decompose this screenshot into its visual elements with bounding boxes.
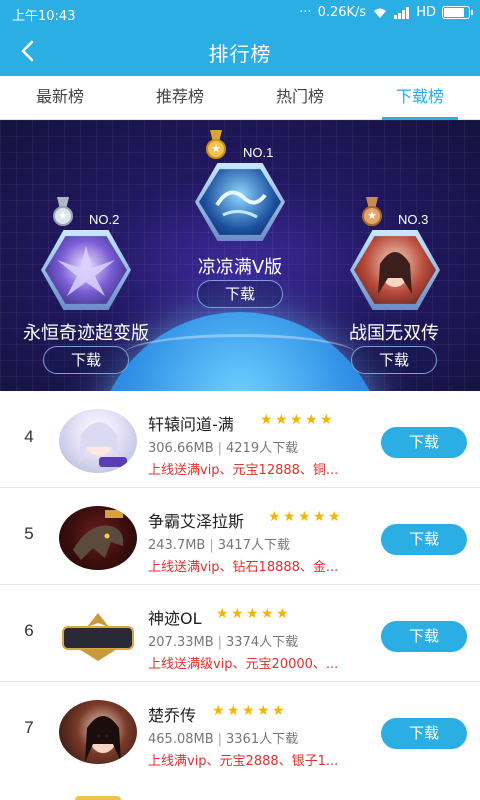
nav-bar: 排行榜 xyxy=(0,26,480,76)
download-count: 3417人下载 xyxy=(217,538,290,553)
game-avatar xyxy=(59,409,137,473)
game-name[interactable]: 楚乔传 xyxy=(148,702,196,726)
rank-number: 5 xyxy=(24,524,34,543)
star-icon: ★ xyxy=(298,509,311,525)
promo-text: 上线送满vip、元宝12888、铜... xyxy=(148,463,339,478)
top-three-banner: NO.1 凉凉满V版 下载 NO.2 永恒奇迹超变版 下载 NO.3 战国无双传… xyxy=(0,120,480,391)
top-game-name-1[interactable]: 凉凉满V版 xyxy=(170,253,310,279)
star-icon: ★ xyxy=(305,412,318,428)
rank-number: 6 xyxy=(24,621,34,640)
status-time: 上午10:43 xyxy=(12,9,76,24)
star-icon: ★ xyxy=(320,412,333,428)
ranking-list: 4 轩辕问道-满 ★ ★ ★ ★ ★ 306.66MB | 4219人下载 上线送满vip、… xyxy=(0,391,480,779)
star-icon: ★ xyxy=(328,509,341,525)
game-name[interactable]: 神迹OL xyxy=(148,605,202,629)
next-list-item-peek xyxy=(0,778,480,800)
game-avatar xyxy=(59,506,137,570)
page-title: 排行榜 xyxy=(208,42,272,66)
list-item[interactable]: 4 轩辕问道-满 ★ ★ ★ ★ ★ 306.66MB | 4219人下载 上线送满vip、… xyxy=(0,391,480,488)
avatar-art xyxy=(79,422,127,467)
list-item[interactable]: 5 争霸艾泽拉斯 ★ ★ ★ ★ ★ 243.7MB | 3417人下载 上线送满vip、钻… xyxy=(0,488,480,585)
star-icon: ★ xyxy=(216,606,229,622)
file-size: 306.66MB xyxy=(148,441,214,456)
game-meta: 465.08MB | 3361人下载 xyxy=(148,732,299,747)
game-avatar xyxy=(59,700,137,764)
star-icon: ★ xyxy=(257,703,270,719)
star-icon: ★ xyxy=(272,703,285,719)
promo-text: 上线满vip、元宝2888、银子1... xyxy=(148,754,339,769)
game-meta: 243.7MB | 3417人下载 xyxy=(148,538,290,553)
more-dots-icon: ··· xyxy=(299,5,312,20)
star-icon: ★ xyxy=(260,412,273,428)
download-button[interactable]: 下载 xyxy=(381,621,467,652)
top-game-name-3[interactable]: 战国无双传 xyxy=(324,319,464,345)
silver-medal-icon xyxy=(52,197,74,227)
tab-downloads[interactable]: 下载榜 xyxy=(360,76,480,120)
star-icon: ★ xyxy=(283,509,296,525)
gold-medal-icon xyxy=(205,130,227,160)
game-meta: 306.66MB | 4219人下载 xyxy=(148,441,299,456)
download-count: 3361人下载 xyxy=(226,732,299,747)
rating-stars: ★ ★ ★ ★ ★ xyxy=(268,510,342,524)
download-button-top-1[interactable]: 下载 xyxy=(197,280,283,308)
signal-icon xyxy=(394,6,410,19)
network-speed: 0.26K/s xyxy=(317,5,367,20)
star-icon: ★ xyxy=(212,703,225,719)
list-item[interactable]: 6 神迹OL ★ ★ ★ ★ ★ 207.33MB | 3374人下载 上线送满级vip、元… xyxy=(0,585,480,682)
download-count: 4219人下载 xyxy=(226,441,299,456)
download-button[interactable]: 下载 xyxy=(381,427,467,458)
star-icon: ★ xyxy=(242,703,255,719)
game-meta: 207.33MB | 3374人下载 xyxy=(148,635,299,650)
battery-icon xyxy=(442,6,473,19)
game-name[interactable]: 争霸艾泽拉斯 xyxy=(148,508,244,532)
star-icon: ★ xyxy=(275,412,288,428)
file-size: 465.08MB xyxy=(148,732,214,747)
tab-popular[interactable]: 热门榜 xyxy=(240,76,360,119)
star-icon: ★ xyxy=(227,703,240,719)
battery-fill xyxy=(444,8,464,17)
file-size: 207.33MB xyxy=(148,635,214,650)
download-button[interactable]: 下载 xyxy=(381,524,467,555)
star-icon: ★ xyxy=(290,412,303,428)
rank-number: 7 xyxy=(24,718,34,737)
promo-text: 上线送满级vip、元宝20000、... xyxy=(148,657,339,672)
star-icon: ★ xyxy=(268,509,281,525)
star-icon: ★ xyxy=(276,606,289,622)
download-button[interactable]: 下载 xyxy=(381,718,467,749)
next-avatar-peek xyxy=(75,796,121,800)
star-icon: ★ xyxy=(261,606,274,622)
tab-recommended[interactable]: 推荐榜 xyxy=(120,76,240,119)
star-icon: ★ xyxy=(246,606,259,622)
rating-stars: ★ ★ ★ ★ ★ xyxy=(260,413,334,427)
download-count: 3374人下载 xyxy=(226,635,299,650)
bronze-medal-icon xyxy=(361,197,383,227)
star-icon: ★ xyxy=(313,509,326,525)
status-bar: 上午10:43 ··· 0.26K/s HD xyxy=(0,0,480,26)
download-button-top-2[interactable]: 下载 xyxy=(43,346,129,374)
avatar-art xyxy=(85,716,121,762)
rating-stars: ★ ★ ★ ★ ★ xyxy=(212,704,286,718)
rating-stars: ★ ★ ★ ★ ★ xyxy=(216,607,290,621)
game-avatar xyxy=(59,603,137,667)
file-size: 243.7MB xyxy=(148,538,206,553)
game-name[interactable]: 轩辕问道-满 xyxy=(148,411,234,435)
hd-label: HD xyxy=(416,5,436,20)
promo-text: 上线送满vip、钻石18888、金... xyxy=(148,560,339,575)
avatar-art xyxy=(62,613,134,661)
rank-number: 4 xyxy=(24,427,34,446)
download-button-top-3[interactable]: 下载 xyxy=(351,346,437,374)
star-icon: ★ xyxy=(231,606,244,622)
status-right: ··· 0.26K/s HD xyxy=(299,5,473,20)
rank-label-2: NO.2 xyxy=(89,212,120,227)
rank-label-3: NO.3 xyxy=(398,212,429,227)
avatar-art xyxy=(73,510,124,560)
wifi-icon xyxy=(374,8,387,18)
tab-bar: 最新榜 推荐榜 热门榜 下载榜 xyxy=(0,76,480,120)
tab-newest[interactable]: 最新榜 xyxy=(0,76,120,119)
rank-label-1: NO.1 xyxy=(243,145,274,160)
list-item[interactable]: 7 楚乔传 ★ ★ ★ ★ ★ 465.08MB | 3361人下载 上线满vip、元宝28… xyxy=(0,682,480,779)
top-game-name-2[interactable]: 永恒奇迹超变版 xyxy=(6,319,166,345)
